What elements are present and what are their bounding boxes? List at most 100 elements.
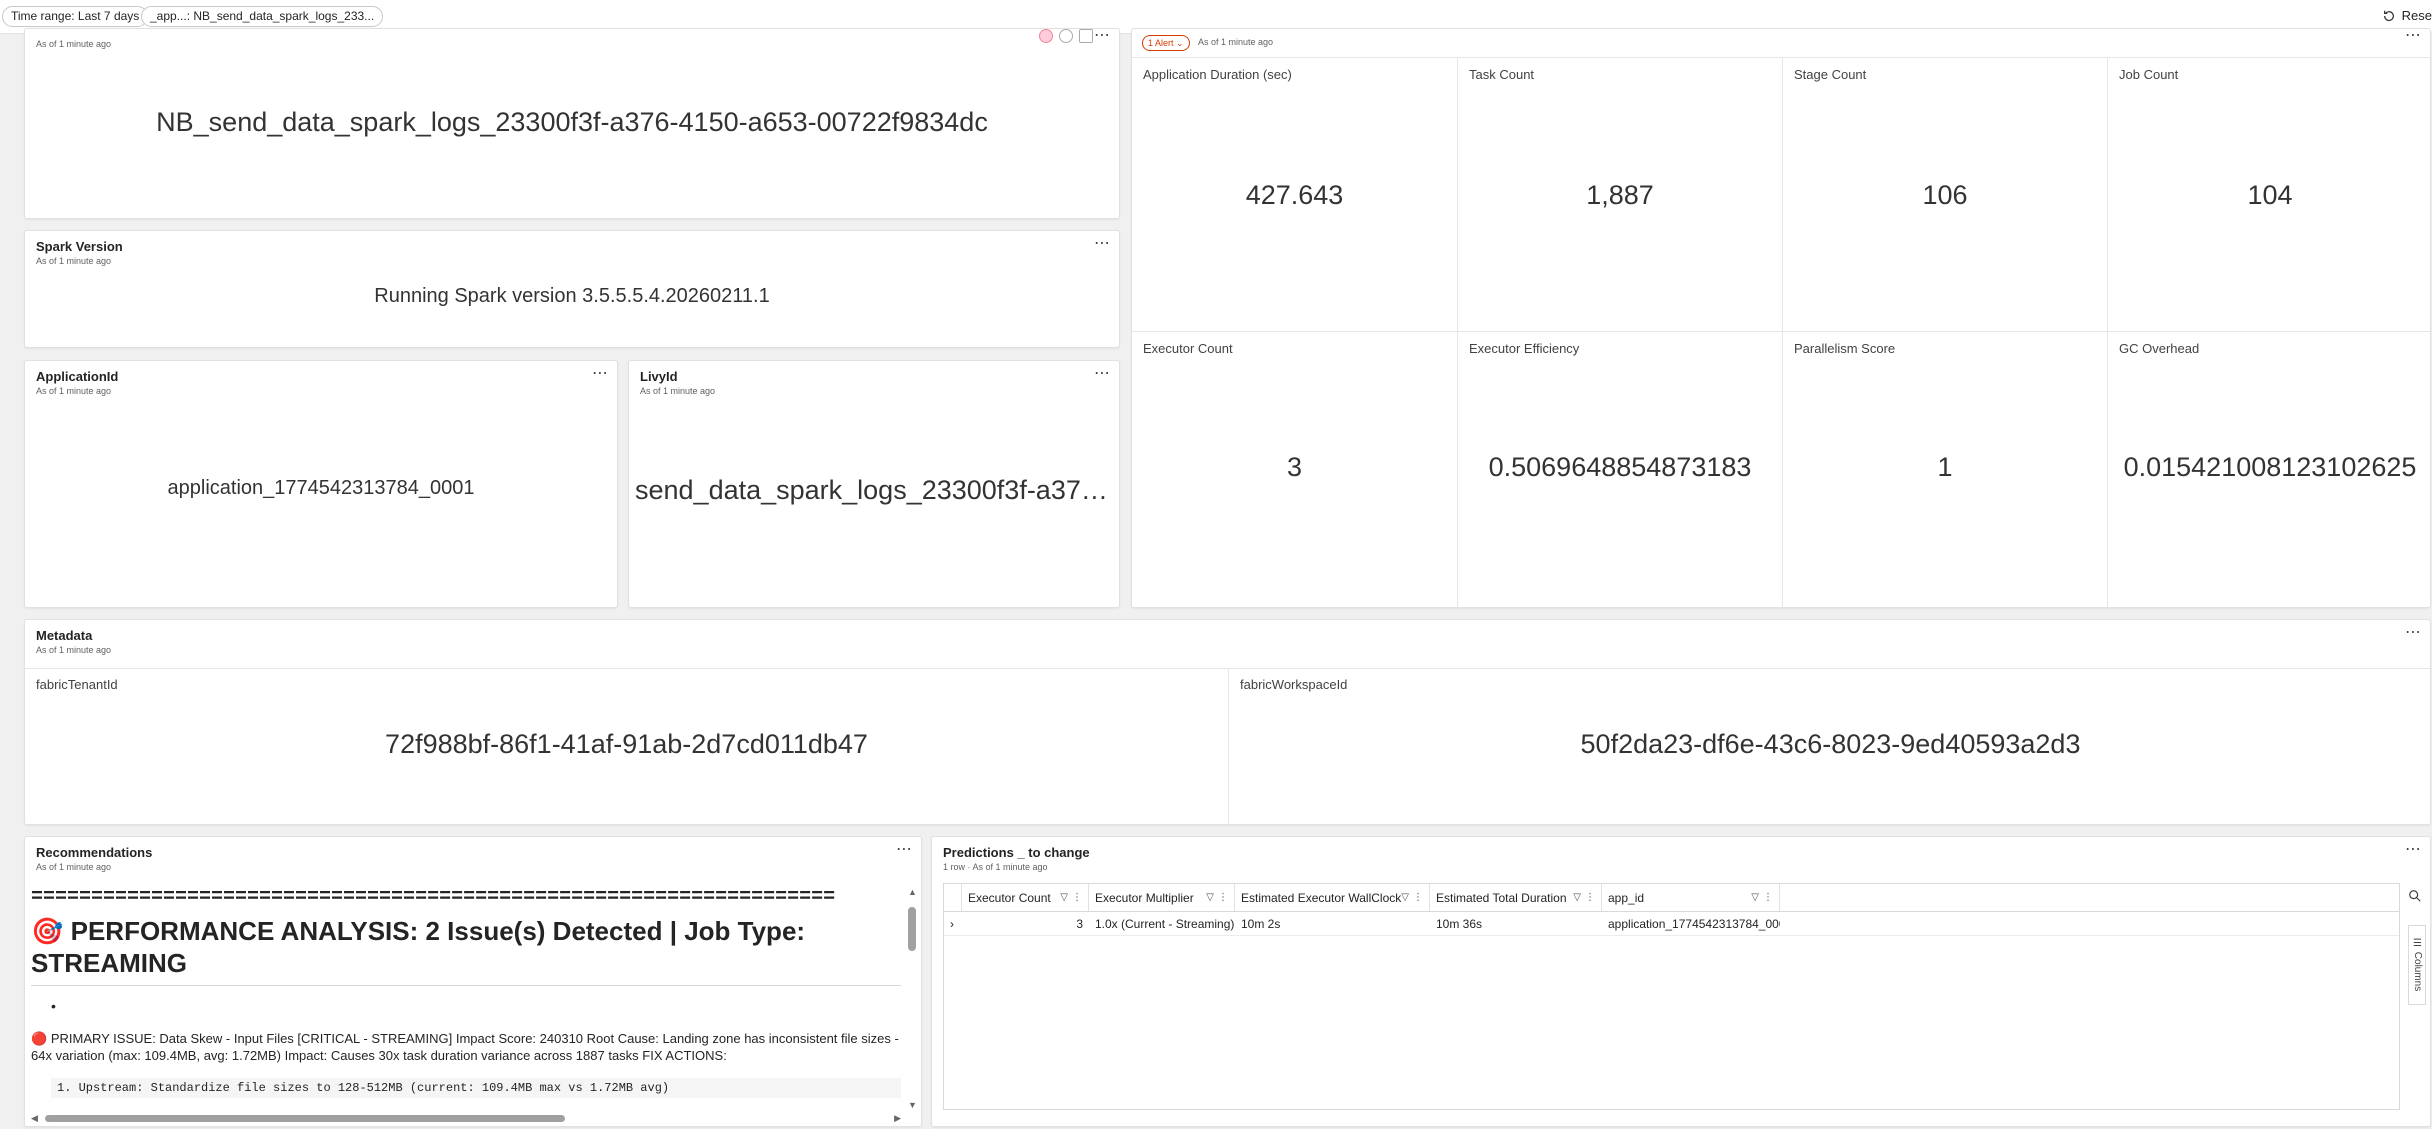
column-header-label: Executor Multiplier — [1095, 891, 1194, 905]
card-subtitle: 1 row · As of 1 minute ago — [943, 862, 1048, 872]
column-header-app-id[interactable]: app_id ▽ ⋮ — [1602, 884, 1780, 911]
kpi-label: Parallelism Score — [1794, 341, 1896, 356]
kpi-card: 1 Alert ⌄ As of 1 minute ago ⋯ Applicati… — [1131, 28, 2431, 608]
column-menu-icon[interactable]: ⋮ — [1218, 884, 1228, 911]
kpi-value: 3 — [1286, 452, 1303, 482]
more-options-icon[interactable]: ⋯ — [1094, 236, 1111, 252]
column-header-label: Estimated Executor WallClock — [1241, 891, 1402, 905]
filter-icon[interactable]: ▽ — [1751, 884, 1759, 911]
reset-label: Rese — [2401, 8, 2432, 23]
livy-id-value: send_data_spark_logs_23300f3f-a376... — [635, 475, 1119, 505]
column-header-executor-count[interactable]: Executor Count ▽ ⋮ — [962, 884, 1089, 911]
fix-action-code: 1. Upstream: Standardize file sizes to 1… — [51, 1078, 901, 1098]
column-menu-icon[interactable]: ⋮ — [1585, 884, 1595, 911]
card-subtitle: As of 1 minute ago — [36, 256, 112, 266]
scroll-down-icon[interactable]: ▼ — [908, 1100, 917, 1110]
table-row[interactable]: › 3 1.0x (Current - Streaming) 10m 2s 10… — [944, 912, 2399, 936]
more-options-icon[interactable]: ⋯ — [1094, 366, 1111, 382]
kpi-label: Executor Efficiency — [1469, 341, 1580, 356]
time-range-filter[interactable]: Time range: Last 7 days — [2, 6, 149, 27]
card-subtitle: As of 1 minute ago — [36, 862, 112, 872]
filter-icon[interactable]: ▽ — [1401, 884, 1409, 911]
card-title: Predictions _ to change — [943, 845, 1090, 860]
column-header-estimated-executor-wallclock[interactable]: Estimated Executor WallClock ▽ ⋮ — [1235, 884, 1430, 911]
metadata-label: fabricTenantId — [36, 677, 118, 692]
column-header-label: Executor Count — [968, 891, 1051, 905]
kpi-label: Executor Count — [1143, 341, 1233, 356]
expand-row-icon[interactable]: › — [944, 912, 962, 935]
metadata-value: 72f988bf-86f1-41af-91ab-2d7cd011db47 — [385, 729, 868, 759]
application-id-value: application_1774542313784_0001 — [167, 477, 475, 499]
app-name-card: As of 1 minute ago ⋯ NB_send_data_spark_… — [24, 28, 1120, 219]
kpi-tile-parallelism-score: Parallelism Score 1 — [1782, 331, 2107, 607]
reset-button[interactable]: Rese — [2382, 8, 2432, 23]
column-header-estimated-total-duration[interactable]: Estimated Total Duration ▽ ⋮ — [1430, 884, 1602, 911]
analysis-heading: 🎯 PERFORMANCE ANALYSIS: 2 Issue(s) Detec… — [31, 915, 901, 986]
chevron-down-icon: ⌄ — [1176, 38, 1184, 48]
columns-icon: ☰ — [2412, 938, 2423, 950]
table-cell: 3 — [1076, 917, 1083, 931]
kpi-value: 104 — [2247, 180, 2293, 210]
kpi-value: 106 — [1922, 180, 1968, 210]
pin-icon[interactable] — [1079, 29, 1093, 43]
table-cell: 10m 2s — [1241, 917, 1281, 931]
card-title: Spark Version — [36, 239, 123, 254]
card-subtitle: As of 1 minute ago — [36, 39, 112, 49]
red-circle-icon: 🔴 — [31, 1031, 48, 1046]
filter-icon[interactable]: ▽ — [1206, 884, 1214, 911]
more-options-icon[interactable]: ⋯ — [2405, 842, 2422, 858]
livy-id-card: LivyId As of 1 minute ago ⋯ send_data_sp… — [628, 360, 1120, 608]
column-header-executor-multiplier[interactable]: Executor Multiplier ▽ ⋮ — [1089, 884, 1235, 911]
kpi-value: 427.643 — [1245, 180, 1344, 210]
predictions-table: Executor Count ▽ ⋮ Executor Multiplier ▽… — [943, 883, 2400, 1110]
kpi-tile-gc-overhead: GC Overhead 0.015421008123102625 — [2107, 331, 2430, 607]
scroll-up-icon[interactable]: ▲ — [908, 887, 917, 897]
scroll-left-icon[interactable]: ◀ — [31, 1113, 38, 1124]
metadata-value: 50f2da23-df6e-43c6-8023-9ed40593a2d3 — [1580, 729, 2081, 759]
search-icon[interactable] — [2408, 889, 2422, 903]
kpi-value: 0.5069648854873183 — [1488, 452, 1752, 482]
column-menu-icon[interactable]: ⋮ — [1413, 884, 1423, 911]
alert-badge[interactable]: 1 Alert ⌄ — [1142, 35, 1190, 51]
filter-icon[interactable]: ▽ — [1573, 884, 1581, 911]
separator-rule: ========================================… — [31, 887, 836, 909]
column-menu-icon[interactable]: ⋮ — [1763, 884, 1773, 911]
scroll-right-icon[interactable]: ▶ — [894, 1113, 901, 1124]
kpi-tile-task-count: Task Count 1,887 — [1457, 57, 1782, 331]
vertical-scrollbar[interactable]: ▲ ▼ — [907, 887, 917, 1110]
filter-icon[interactable]: ▽ — [1060, 884, 1068, 911]
more-options-icon[interactable]: ⋯ — [1094, 29, 1111, 44]
kpi-tile-job-count: Job Count 104 — [2107, 57, 2430, 331]
card-title: ApplicationId — [36, 369, 119, 384]
column-menu-icon[interactable]: ⋮ — [1072, 884, 1082, 911]
list-bullet: • — [51, 998, 56, 1014]
columns-tab-label: Columns — [2412, 952, 2423, 992]
more-options-icon[interactable]: ⋯ — [2405, 625, 2422, 641]
horizontal-scrollbar[interactable]: ◀ ▶ — [31, 1113, 901, 1123]
scroll-thumb[interactable] — [45, 1115, 565, 1122]
card-subtitle: As of 1 minute ago — [36, 386, 112, 396]
more-options-icon[interactable]: ⋯ — [2405, 29, 2422, 44]
emoji-icon[interactable] — [1039, 29, 1053, 43]
kpi-tile-executor-count: Executor Count 3 — [1132, 331, 1457, 607]
column-header-label: Estimated Total Duration — [1436, 891, 1567, 905]
kpi-label: Application Duration (sec) — [1143, 67, 1292, 82]
refresh-icon[interactable] — [1059, 29, 1073, 43]
kpi-tile-application-duration: Application Duration (sec) 427.643 — [1132, 57, 1457, 331]
kpi-label: GC Overhead — [2119, 341, 2200, 356]
kpi-tile-stage-count: Stage Count 106 — [1782, 57, 2107, 331]
alert-badge-label: 1 Alert — [1148, 38, 1174, 48]
more-options-icon[interactable]: ⋯ — [896, 842, 913, 858]
more-options-icon[interactable]: ⋯ — [592, 366, 609, 382]
application-id-card: ApplicationId As of 1 minute ago ⋯ appli… — [24, 360, 618, 608]
app-name-value: NB_send_data_spark_logs_23300f3f-a376-41… — [156, 107, 988, 137]
table-header: Executor Count ▽ ⋮ Executor Multiplier ▽… — [944, 884, 2399, 912]
columns-panel-toggle[interactable]: ☰ Columns — [2408, 925, 2426, 1005]
kpi-value: 0.015421008123102625 — [2123, 452, 2417, 482]
scroll-thumb[interactable] — [908, 907, 916, 951]
table-cell: 10m 36s — [1436, 917, 1483, 931]
metadata-field-tenant-id: fabricTenantId 72f988bf-86f1-41af-91ab-2… — [25, 668, 1228, 824]
card-title: Metadata — [36, 628, 93, 643]
app-filter[interactable]: _app...: NB_send_data_spark_logs_233... — [141, 6, 384, 27]
kpi-grid: Application Duration (sec) 427.643 Task … — [1132, 57, 2430, 607]
